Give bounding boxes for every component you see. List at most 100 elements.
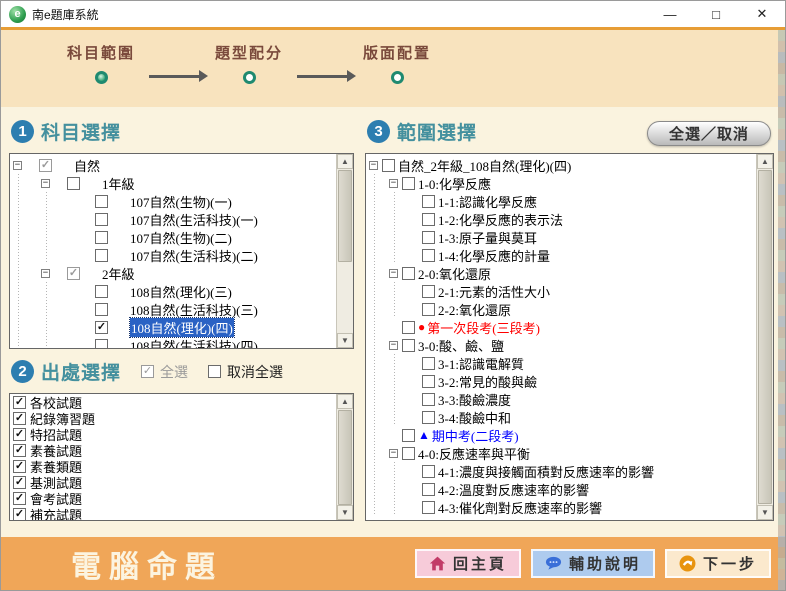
item-checkbox[interactable]: ✓	[13, 428, 26, 441]
node-checkbox[interactable]	[402, 321, 415, 334]
collapse-expander-icon[interactable]: −	[41, 179, 50, 188]
scrollbar-thumb[interactable]	[758, 170, 772, 504]
node-checkbox[interactable]	[95, 249, 108, 262]
minimize-button[interactable]: —	[647, 1, 693, 27]
scroll-up-button[interactable]: ▲	[337, 154, 353, 169]
range-tree-node[interactable]: −1-3:原子量與莫耳	[366, 228, 756, 246]
node-checkbox[interactable]	[95, 303, 108, 316]
range-tree-node[interactable]: −4-3:催化劑對反應速率的影響	[366, 498, 756, 516]
node-checkbox[interactable]	[422, 375, 435, 388]
range-tree-node[interactable]: −3-1:認識電解質	[366, 354, 756, 372]
range-tree-node[interactable]: −1-0:化學反應	[366, 174, 756, 192]
next-button[interactable]: 下一步	[665, 549, 771, 578]
node-checkbox[interactable]	[422, 483, 435, 496]
range-tree-node[interactable]: −自然_2年級_108自然(理化)(四)	[366, 156, 756, 174]
subject-tree-node[interactable]: −108自然(生活科技)(三)	[10, 300, 336, 318]
collapse-expander-icon[interactable]: −	[389, 269, 398, 278]
item-checkbox[interactable]: ✓	[13, 396, 26, 409]
node-checkbox[interactable]	[382, 159, 395, 172]
collapse-expander-icon[interactable]: −	[389, 179, 398, 188]
node-checkbox[interactable]	[422, 249, 435, 262]
node-checkbox[interactable]	[402, 429, 415, 442]
help-button[interactable]: 輔助說明	[531, 549, 655, 578]
node-checkbox[interactable]	[402, 177, 415, 190]
range-tree-node[interactable]: −2-2:氧化還原	[366, 300, 756, 318]
item-checkbox[interactable]: ✓	[13, 412, 26, 425]
deselect-all-checkbox[interactable]: 取消全選	[208, 362, 283, 382]
close-button[interactable]: ✕	[739, 1, 785, 27]
node-checkbox[interactable]	[95, 339, 108, 349]
node-checkbox[interactable]: ✓	[39, 159, 52, 172]
node-checkbox[interactable]	[402, 339, 415, 352]
subject-tree-node[interactable]: −1年級	[10, 174, 336, 192]
scroll-down-button[interactable]: ▼	[757, 505, 773, 520]
step-2[interactable]: 題型配分	[201, 42, 297, 84]
range-tree-node[interactable]: −1-1:認識化學反應	[366, 192, 756, 210]
subject-tree-node[interactable]: −✓自然	[10, 156, 336, 174]
subject-tree-node[interactable]: −107自然(生物)(二)	[10, 228, 336, 246]
node-checkbox[interactable]	[95, 195, 108, 208]
subject-tree-node[interactable]: −107自然(生活科技)(一)	[10, 210, 336, 228]
range-tree-node[interactable]: −1-4:化學反應的計量	[366, 246, 756, 264]
collapse-expander-icon[interactable]: −	[369, 161, 378, 170]
item-checkbox[interactable]: ✓	[13, 492, 26, 505]
node-checkbox[interactable]	[422, 501, 435, 514]
node-checkbox[interactable]	[67, 177, 80, 190]
node-checkbox[interactable]	[95, 213, 108, 226]
collapse-expander-icon[interactable]: −	[389, 449, 398, 458]
range-tree-node[interactable]: −3-2:常見的酸與鹼	[366, 372, 756, 390]
subject-tree-node[interactable]: −108自然(理化)(三)	[10, 282, 336, 300]
collapse-expander-icon[interactable]: −	[389, 341, 398, 350]
range-tree-node[interactable]: −2-1:元素的活性大小	[366, 282, 756, 300]
collapse-expander-icon[interactable]: −	[41, 269, 50, 278]
range-tree-node[interactable]: −3-0:酸、鹼、鹽	[366, 336, 756, 354]
subject-tree-node[interactable]: −107自然(生物)(一)	[10, 192, 336, 210]
item-checkbox[interactable]: ✓	[13, 460, 26, 473]
scrollbar-thumb[interactable]	[338, 410, 352, 505]
node-checkbox[interactable]: ✓	[95, 321, 108, 334]
select-all-toggle-button[interactable]: 全選／取消	[647, 121, 771, 146]
node-checkbox[interactable]	[402, 447, 415, 460]
subject-tree-node[interactable]: −108自然(生活科技)(四)	[10, 336, 336, 348]
item-checkbox[interactable]: ✓	[13, 444, 26, 457]
node-checkbox[interactable]	[422, 231, 435, 244]
step-3[interactable]: 版面配置	[349, 42, 445, 84]
scroll-up-button[interactable]: ▲	[337, 394, 353, 409]
node-checkbox[interactable]	[422, 195, 435, 208]
scroll-up-button[interactable]: ▲	[757, 154, 773, 169]
node-checkbox[interactable]	[402, 267, 415, 280]
node-checkbox[interactable]	[422, 213, 435, 226]
range-tree-node[interactable]: −1-2:化學反應的表示法	[366, 210, 756, 228]
collapse-expander-icon[interactable]: −	[13, 161, 22, 170]
range-tree-node[interactable]: −3-3:酸鹼濃度	[366, 390, 756, 408]
maximize-button[interactable]: □	[693, 1, 739, 27]
home-button[interactable]: 回主頁	[415, 549, 521, 578]
step-1[interactable]: 科目範圍	[53, 42, 149, 84]
node-checkbox[interactable]	[95, 285, 108, 298]
node-checkbox[interactable]	[422, 465, 435, 478]
subject-tree-node[interactable]: −107自然(生活科技)(二)	[10, 246, 336, 264]
node-checkbox[interactable]	[422, 357, 435, 370]
scrollbar[interactable]: ▲ ▼	[336, 154, 353, 348]
range-tree-node[interactable]: −▲期中考(二段考)	[366, 426, 756, 444]
subject-tree-node[interactable]: −✓2年級	[10, 264, 336, 282]
source-item[interactable]: ✓補充試題	[10, 506, 336, 520]
range-tree-node[interactable]: −3-4:酸鹼中和	[366, 408, 756, 426]
node-checkbox[interactable]	[95, 231, 108, 244]
node-checkbox[interactable]: ✓	[67, 267, 80, 280]
range-tree-node[interactable]: −4-2:溫度對反應速率的影響	[366, 480, 756, 498]
item-checkbox[interactable]: ✓	[13, 508, 26, 521]
subject-tree-node[interactable]: −✓108自然(理化)(四)	[10, 318, 336, 336]
range-tree-node[interactable]: −2-0:氧化還原	[366, 264, 756, 282]
node-checkbox[interactable]	[422, 303, 435, 316]
node-checkbox[interactable]	[422, 285, 435, 298]
scroll-down-button[interactable]: ▼	[337, 333, 353, 348]
range-tree-node[interactable]: −4-0:反應速率與平衡	[366, 444, 756, 462]
node-checkbox[interactable]	[422, 393, 435, 406]
range-tree-node[interactable]: −4-1:濃度與接觸面積對反應速率的影響	[366, 462, 756, 480]
scrollbar-thumb[interactable]	[338, 170, 352, 262]
scrollbar[interactable]: ▲ ▼	[756, 154, 773, 520]
item-checkbox[interactable]: ✓	[13, 476, 26, 489]
scroll-down-button[interactable]: ▼	[337, 505, 353, 520]
node-checkbox[interactable]	[422, 411, 435, 424]
